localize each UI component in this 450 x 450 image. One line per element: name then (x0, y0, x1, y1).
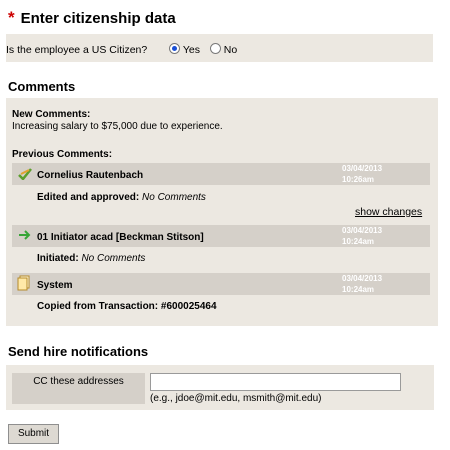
history-date-day: 03/04/2013 (342, 164, 383, 173)
cc-label: CC these addresses (33, 376, 124, 387)
history-date-time: 10:24am (342, 285, 375, 294)
approved-check-icon (18, 168, 32, 180)
citizenship-question-row: Is the employee a US Citizen? Yes No (6, 43, 237, 56)
history-date: 03/04/2013 10:24am (342, 225, 382, 247)
radio-no[interactable] (209, 43, 221, 54)
history-detail: Edited and approved: No Comments (37, 192, 206, 203)
history-action: Edited and approved: (37, 192, 140, 203)
history-date: 03/04/2013 10:24am (342, 273, 382, 295)
history-date: 03/04/2013 10:26am (342, 163, 382, 185)
citizenship-title: Enter citizenship data (20, 10, 176, 27)
history-action: Initiated: (37, 253, 79, 264)
history-comment: #600025464 (160, 301, 217, 312)
history-comment: No Comments (81, 253, 146, 264)
show-changes-link[interactable]: show changes (355, 206, 422, 218)
history-date-day: 03/04/2013 (342, 274, 383, 283)
radio-yes-label[interactable]: Yes (183, 44, 200, 56)
history-comment: No Comments (142, 192, 206, 203)
document-copy-icon (17, 275, 30, 291)
history-name: 01 Initiator acad [Beckman Stitson] (37, 232, 204, 243)
history-date-time: 10:24am (342, 237, 375, 246)
radio-yes[interactable] (169, 43, 181, 54)
new-comments-text: Increasing salary to $75,000 due to expe… (12, 121, 223, 132)
required-marker: * (8, 8, 15, 27)
green-arrow-icon (19, 230, 31, 240)
history-date-day: 03/04/2013 (342, 226, 383, 235)
submit-button[interactable]: Submit (8, 424, 59, 444)
cc-hint: (e.g., jdoe@mit.edu, msmith@mit.edu) (150, 393, 322, 404)
radio-no-label[interactable]: No (224, 44, 237, 56)
history-detail: Initiated: No Comments (37, 253, 145, 264)
history-date-time: 10:26am (342, 175, 375, 184)
citizenship-question: Is the employee a US Citizen? (6, 44, 148, 56)
cc-addresses-input[interactable] (150, 373, 401, 391)
new-comments-label: New Comments: (12, 109, 91, 120)
history-name: Cornelius Rautenbach (37, 170, 144, 181)
history-name: System (37, 280, 73, 291)
history-action: Copied from Transaction: (37, 301, 159, 312)
previous-comments-label: Previous Comments: (12, 149, 113, 160)
history-detail: Copied from Transaction: #600025464 (37, 301, 217, 312)
comments-heading: Comments (8, 79, 76, 94)
citizenship-section-title: * Enter citizenship data (8, 8, 176, 28)
notifications-heading: Send hire notifications (8, 344, 149, 359)
